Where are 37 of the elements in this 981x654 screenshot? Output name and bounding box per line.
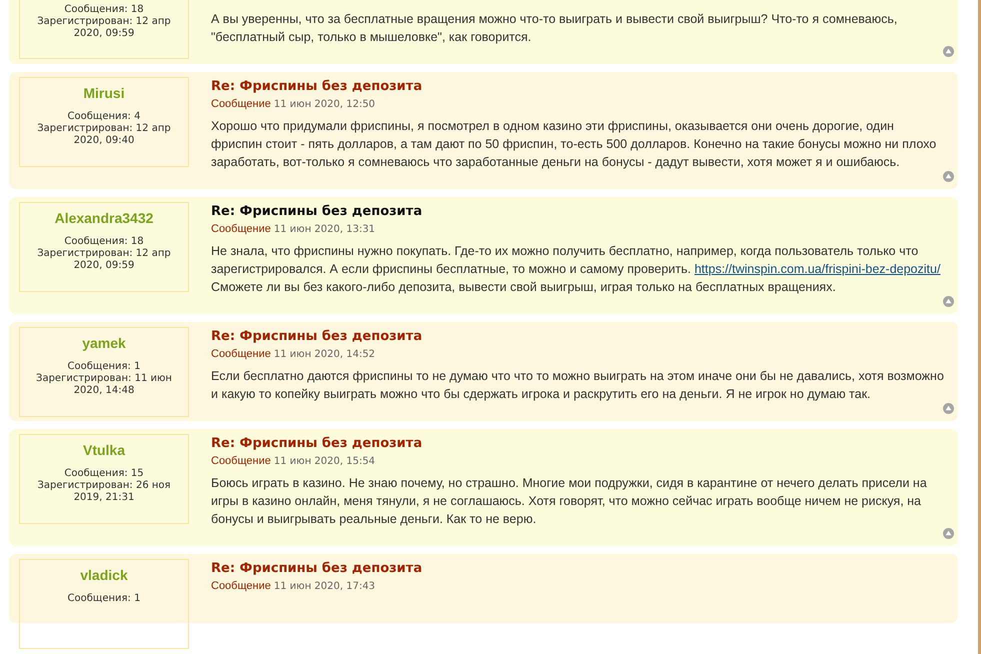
back-to-top-icon[interactable] (943, 528, 954, 539)
registration-date: Зарегистрирован: 26 ноя 2019, 21:31 (36, 480, 172, 504)
post-text: Не знала, что фриспины нужно покупать. Где-то их можно получить бесплатно, например, когда пользователь только что зарегистрировался. А если фриспины бесплатные, то можно и самому проверить. https://twinspin.com.ua/frispini-bez-depozitu/ Сможете ли вы без какого-либо депозита, вывести свой выигрыш, играя только на бесплатных вращениях. (211, 243, 942, 296)
post-title-link[interactable]: Re: Фриспины без депозита (211, 436, 948, 451)
back-to-top-icon[interactable] (943, 296, 954, 307)
post-date: 11 июн 2020, 13:31 (274, 224, 376, 235)
post-count: Сообщения: 4 (66, 111, 142, 123)
registration-date: Зарегистрирован: 12 апр 2020, 09:59 (36, 248, 172, 272)
post-date: 11 июн 2020, 17:43 (274, 581, 376, 592)
registration-date: Зарегистрирован: 12 апр 2020, 09:40 (36, 123, 172, 147)
post-text: Хорошо что придумали фриспины, я посмотрел в одном казино эти фриспины, оказывается они очень дорогие, один фриспин стоит - пять долларов, а там дают по 50 фриспин, то-есть 500 долларов. Конечно на такие бонусы можно ни плохо заработать, вот-только я сомневаюсь что заработанные деньги на бонусы - дадут вывести, хотя может я и ошибаюсь. (211, 118, 938, 171)
post-permalink[interactable]: Сообщение (211, 98, 271, 110)
url-link[interactable]: https://twinspin.com.ua/frispini-bez-depozitu/ (694, 262, 940, 276)
post-date: 11 июн 2020, 12:50 (274, 99, 376, 110)
post-count: Сообщения: 1 (66, 593, 142, 605)
post-title-link[interactable]: Re: Фриспины без депозита (211, 561, 948, 576)
post-permalink[interactable]: Сообщение (211, 223, 271, 235)
post-date: 11 июн 2020, 14:52 (274, 349, 376, 360)
registration-date: Зарегистрирован: 12 апр 2020, 09:59 (36, 16, 172, 40)
post-permalink[interactable]: Сообщение (211, 580, 271, 592)
post-title-link[interactable]: Re: Фриспины без депозита (211, 204, 948, 219)
post-text: Боюсь играть в казино. Не знаю почему, но страшно. Многие мои подружки, сидя в карантине от нечего делать присели на игры в казино онлайн, меня тянули, я не соглашаюсь. Хотя говорят, что можно сейчас играть вообще ничем не рискуя, на бонусы и выигрывать реальные деньги. Как то не верю. (211, 475, 928, 528)
post-title-link[interactable]: Re: Фриспины без депозита (211, 79, 948, 94)
post-permalink[interactable]: Сообщение (211, 348, 271, 360)
post-count: Сообщения: 1 (66, 361, 142, 373)
registration-date: Зарегистрирован: 11 июн 2020, 14:48 (35, 373, 173, 397)
post-date: 11 июн 2020, 15:54 (274, 456, 376, 467)
post-title-link[interactable]: Re: Фриспины без депозита (211, 329, 948, 344)
post-permalink[interactable]: Сообщение (211, 455, 271, 467)
back-to-top-icon[interactable] (943, 171, 954, 182)
back-to-top-icon[interactable] (943, 403, 954, 414)
post-text: Если бесплатно даются фриспины то не думаю что что то можно выиграть на этом иначе они бы не давались, хотя возможно и какую то копейку выиграть можно что бы сдержать игрока и раскрутить его на деньги. Я не игрок но думаю так. (211, 368, 945, 403)
post-count: Сообщения: 15 (63, 468, 145, 480)
post-text: А вы уверенны, что за бесплатные вращения можно что-то выиграть и вывести свой выигрыш? Что-то я сомневаюсь, "бесплатный сыр, только в мышеловке", как говорится. (211, 11, 898, 46)
post-count: Сообщения: 18 (63, 236, 145, 248)
back-to-top-icon[interactable] (943, 46, 954, 57)
post-count: Сообщения: 18 (63, 4, 145, 16)
